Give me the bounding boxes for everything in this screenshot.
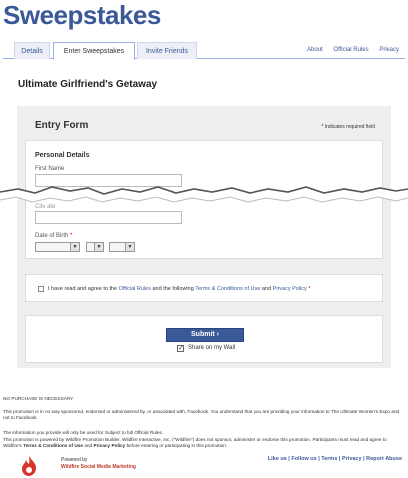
privacy-link[interactable]: Privacy — [379, 47, 399, 53]
agree-checkbox[interactable] — [38, 286, 44, 292]
share-row: ✓ Share on my Wall — [177, 345, 236, 352]
share-checkbox[interactable]: ✓ — [177, 345, 184, 352]
terms-link[interactable]: Terms & Conditions of Use — [195, 286, 260, 292]
legal-paragraph-2: The information you provide will only be… — [3, 430, 164, 435]
dob-label: Date of Birth * — [35, 233, 73, 239]
dob-month-select[interactable]: ▼ — [35, 242, 80, 252]
required-note: * Indicates required field — [321, 124, 375, 130]
entry-form: Entry Form * Indicates required field Pe… — [17, 106, 391, 368]
agreement-panel: I have read and agree to the Official Ru… — [25, 274, 383, 302]
dob-day-select[interactable]: ▼ — [86, 242, 104, 252]
entry-form-title: Entry Form — [35, 120, 89, 131]
tab-details[interactable]: Details — [14, 42, 50, 59]
agree-text: I have read and agree to the Official Ru… — [48, 286, 311, 292]
legal-paragraph-1: This promotion is in no way sponsored, e… — [3, 409, 400, 420]
powered-by: Powered by Wildfire Social Media Marketi… — [61, 457, 136, 470]
tab-invite-friends[interactable]: Invite Friends — [137, 42, 197, 59]
dob-year-select[interactable]: ▼ — [109, 242, 135, 252]
torn-edge — [0, 186, 408, 203]
chevron-down-icon: ▼ — [70, 243, 79, 251]
page-title: Sweepstakes — [3, 0, 161, 30]
wildfire-privacy-link[interactable]: Privacy Policy — [93, 443, 125, 448]
share-label: Share on my Wall — [188, 345, 236, 351]
chevron-down-icon: ▼ — [125, 243, 134, 251]
no-purchase-text: NO PURCHASE IS NECESSARY. — [3, 396, 74, 401]
official-rules-link[interactable]: Official Rules — [333, 47, 368, 53]
chevron-down-icon: ▼ — [94, 243, 103, 251]
tab-bar: Details Enter Sweepstakes Invite Friends… — [3, 42, 405, 60]
legal-paragraph-3: This promotion is powered by Wildfire Pr… — [3, 437, 387, 448]
wildfire-flame-icon — [22, 456, 36, 476]
wildfire-terms-link[interactable]: Terms & Conditions of Use — [23, 443, 83, 448]
submit-panel: Submit › ✓ Share on my Wall — [25, 315, 383, 363]
privacy-policy-link[interactable]: Privacy Policy — [273, 286, 307, 292]
footer-links[interactable]: Like us | Follow us | Terms | Privacy | … — [268, 456, 402, 462]
top-links: About Official Rules Privacy — [298, 42, 399, 59]
tab-enter-sweepstakes[interactable]: Enter Sweepstakes — [53, 42, 135, 60]
submit-button[interactable]: Submit › — [166, 328, 244, 342]
promotion-title: Ultimate Girlfriend's Getaway — [18, 79, 158, 90]
official-rules-link[interactable]: Official Rules — [119, 286, 151, 292]
section-label: Personal Details — [35, 152, 90, 159]
about-link[interactable]: About — [307, 47, 323, 53]
wildfire-brand-link[interactable]: Wildfire Social Media Marketing — [61, 464, 136, 471]
city-input[interactable] — [35, 211, 182, 224]
